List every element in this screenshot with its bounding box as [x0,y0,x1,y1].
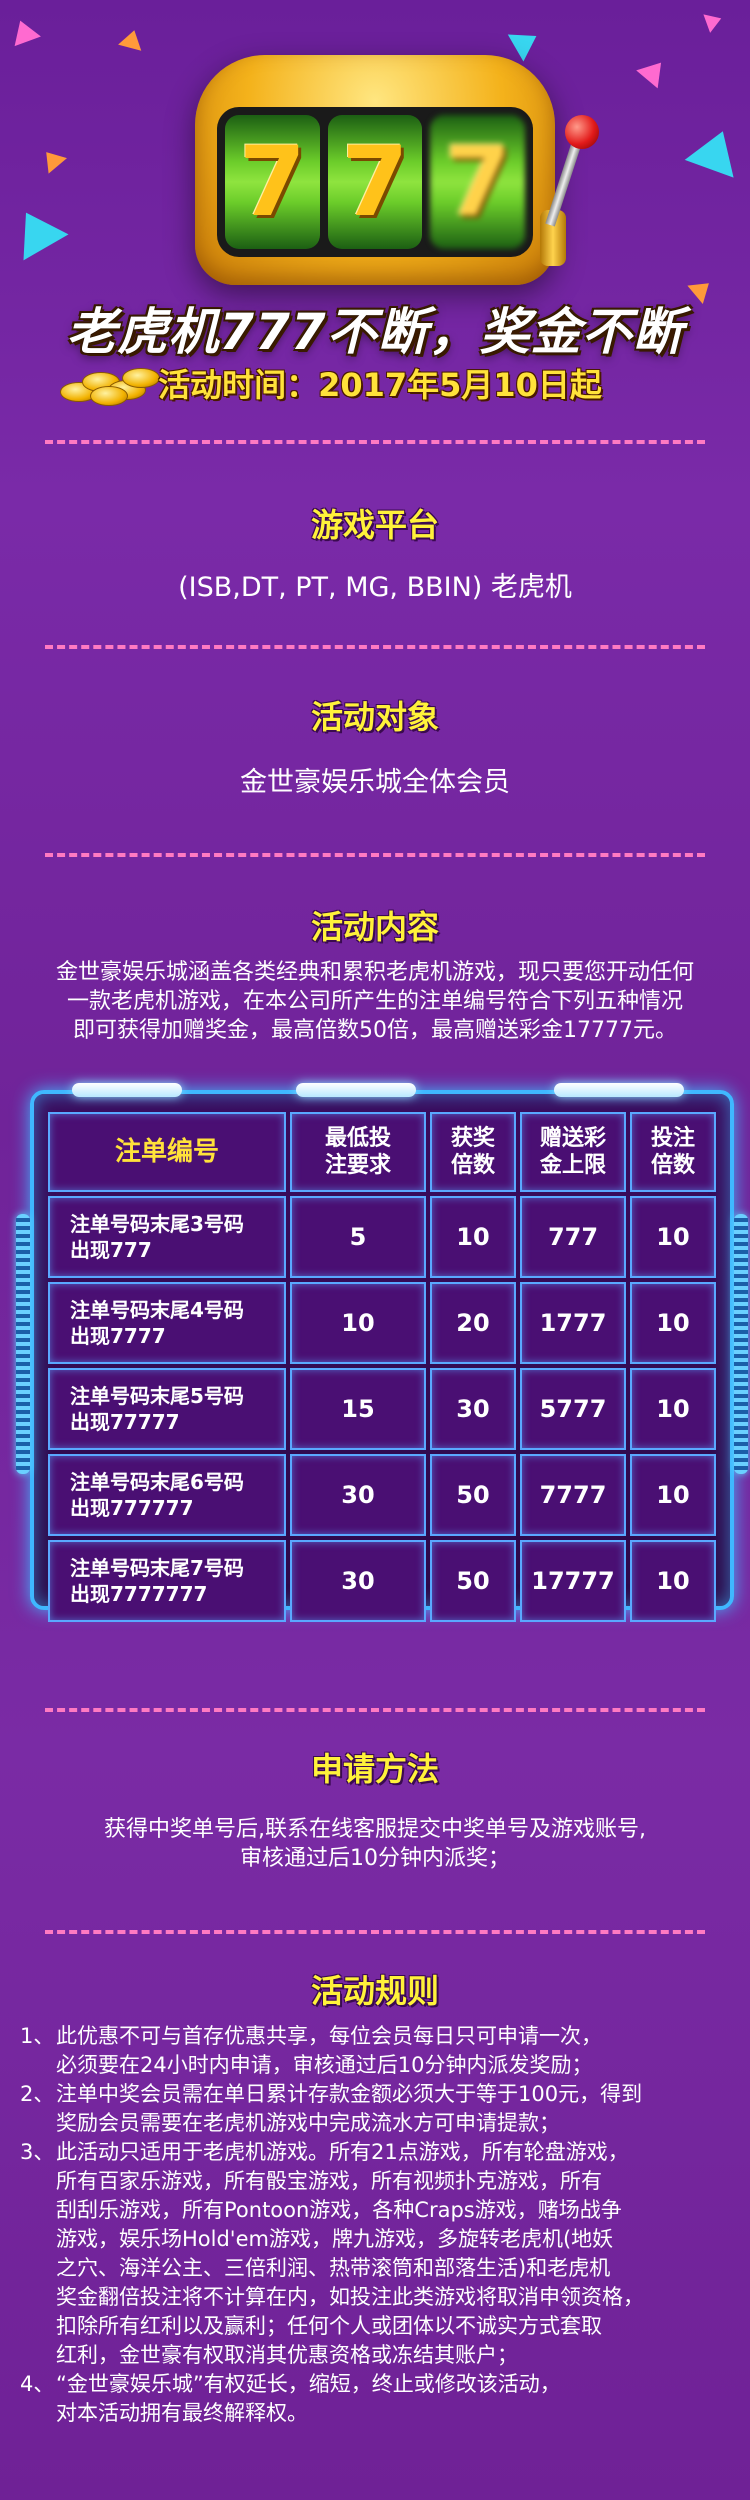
cell-turnover: 10 [630,1196,716,1278]
divider [45,1708,705,1712]
section-title-apply: 申请方法 [310,1750,439,1788]
decor-triangle [118,27,146,51]
cell-condition: 注单号码末尾6号码 出现777777 [48,1454,286,1536]
neon-bar [72,1083,182,1097]
section-title-target: 活动对象 [310,698,439,736]
cell-multiplier: 50 [430,1540,516,1622]
reel-1: 7 [225,115,320,249]
neon-bar [296,1083,416,1097]
cell-bonus-cap: 17777 [520,1540,626,1622]
decor-triangle [636,53,672,89]
divider [45,1930,705,1934]
cell-condition: 注单号码末尾3号码 出现777 [48,1196,286,1278]
header-bonus-cap: 赠送彩 金上限 [520,1112,626,1192]
cell-min-bet: 5 [290,1196,426,1278]
neon-spring [16,1214,30,1474]
platform-text: (ISB,DT, PT, MG, BBIN) 老虎机 [178,572,572,603]
rules-list: 1、 此优惠不可与首存优惠共享，每位会员每日只可申请一次， 必须要在24小时内申… [20,2022,732,2428]
cell-bonus-cap: 7777 [520,1454,626,1536]
table-row: 注单号码末尾7号码 出现7777777 30 50 17777 10 [48,1540,716,1622]
list-item: 1、 此优惠不可与首存优惠共享，每位会员每日只可申请一次， 必须要在24小时内申… [20,2024,602,2077]
target-text: 金世豪娱乐城全体会员 [240,767,510,798]
section-title-rules: 活动规则 [310,1972,439,2010]
apply-line: 审核通过后10分钟内派奖； [240,1846,510,1871]
divider [45,645,705,649]
cell-bonus-cap: 1777 [520,1282,626,1364]
content-paragraph: 金世豪娱乐城涵盖各类经典和累积老虎机游戏，现只要您开动任何 一款老虎机游戏，在本… [28,958,722,1045]
table-row: 注单号码末尾6号码 出现777777 30 50 7777 10 [48,1454,716,1536]
list-item: 3、 此活动只适用于老虎机游戏。所有21点游戏，所有轮盘游戏， 所有百家乐游戏，… [20,2140,644,2367]
cell-turnover: 10 [630,1454,716,1536]
list-item: 4、 “金世豪娱乐城”有权延长，缩短，终止或修改该活动， 对本活动拥有最终解释权… [20,2372,561,2425]
list-item: 2、 注单中奖会员需在单日累计存款金额必须大于等于100元，得到 奖励会员需要在… [20,2082,643,2135]
cell-condition: 注单号码末尾4号码 出现7777 [48,1282,286,1364]
section-title-content: 活动内容 [310,908,439,946]
table-row: 注单号码末尾4号码 出现7777 10 20 1777 10 [48,1282,716,1364]
content-line: 一款老虎机游戏，在本公司所产生的注单编号符合下列五种情况 [66,989,683,1014]
table-row: 注单号码末尾5号码 出现77777 15 30 5777 10 [48,1368,716,1450]
table-header-row: 注单编号 最低投 注要求 获奖 倍数 赠送彩 金上限 投注 倍数 [48,1112,716,1192]
cell-min-bet: 30 [290,1540,426,1622]
reel-3: 7 [430,115,526,249]
cell-min-bet: 10 [290,1282,426,1364]
apply-line: 获得中奖单号后,联系在线客服提交中奖单号及游戏账号, [104,1817,646,1842]
header-min-bet: 最低投 注要求 [290,1112,426,1192]
cell-condition: 注单号码末尾5号码 出现77777 [48,1368,286,1450]
reel-2: 7 [327,115,423,249]
event-date: 活动时间：2017年5月10日起 [158,366,602,404]
header-ticket-number: 注单编号 [48,1112,286,1192]
hero-title: 老虎机777不断，奖金不断 [66,303,684,361]
hero-banner: 7 7 7 老虎机777不断，奖金不断 活动时间：2017年5月10日起 [0,0,750,420]
decor-triangle [7,15,41,47]
cell-multiplier: 20 [430,1282,516,1364]
divider [45,853,705,857]
cell-bonus-cap: 777 [520,1196,626,1278]
reel-window: 7 7 7 [217,107,533,257]
lever-knob [565,115,599,149]
slot-machine-icon: 7 7 7 [195,55,555,285]
section-title-platform: 游戏平台 [310,506,439,544]
decor-triangle [684,122,748,178]
decor-triangle [3,199,69,261]
divider [45,440,705,444]
header-multiplier: 获奖 倍数 [430,1112,516,1192]
cell-multiplier: 30 [430,1368,516,1450]
decor-triangle [507,22,545,62]
table-row: 注单号码末尾3号码 出现777 5 10 777 10 [48,1196,716,1278]
reward-table-frame: 注单编号 最低投 注要求 获奖 倍数 赠送彩 金上限 投注 倍数 注单号码末尾3号码 出现… [16,1083,748,1622]
cell-min-bet: 30 [290,1454,426,1536]
cell-min-bet: 15 [290,1368,426,1450]
decor-triangle [703,9,725,33]
cell-turnover: 10 [630,1282,716,1364]
neon-bar [554,1083,684,1097]
reward-table: 注单编号 最低投 注要求 获奖 倍数 赠送彩 金上限 投注 倍数 注单号码末尾3号码 出现… [44,1108,720,1626]
neon-spring [734,1214,748,1474]
apply-paragraph: 获得中奖单号后,联系在线客服提交中奖单号及游戏账号, 审核通过后10分钟内派奖； [28,1815,722,1873]
cell-multiplier: 50 [430,1454,516,1536]
header-turnover: 投注 倍数 [630,1112,716,1192]
cell-turnover: 10 [630,1540,716,1622]
cell-condition: 注单号码末尾7号码 出现7777777 [48,1540,286,1622]
content-line: 即可获得加赠奖金，最高倍数50倍，最高赠送彩金17777元。 [73,1018,677,1043]
cell-bonus-cap: 5777 [520,1368,626,1450]
cell-multiplier: 10 [430,1196,516,1278]
cell-turnover: 10 [630,1368,716,1450]
decor-triangle [37,144,67,174]
content-line: 金世豪娱乐城涵盖各类经典和累积老虎机游戏，现只要您开动任何 [55,960,694,985]
